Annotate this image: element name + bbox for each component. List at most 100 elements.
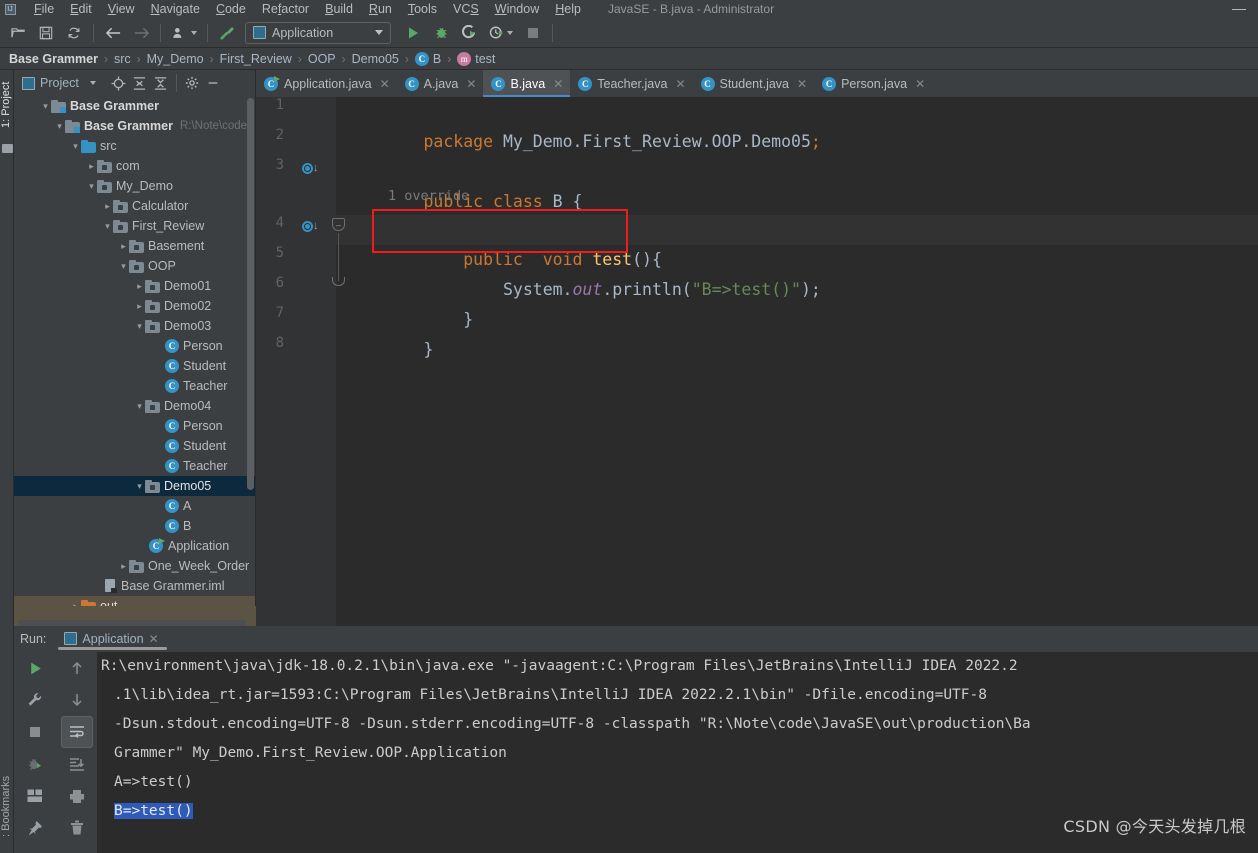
sync-refresh-icon[interactable] [61, 21, 87, 45]
update-project-icon[interactable] [167, 21, 201, 45]
expand-all-icon[interactable] [129, 73, 150, 93]
chevron-down-icon[interactable]: ▾ [54, 121, 65, 132]
rerun-icon[interactable] [14, 652, 56, 684]
close-icon[interactable]: ✕ [149, 632, 159, 646]
sidebar-item-project[interactable]: 1: Project [0, 72, 14, 138]
hide-panel-icon[interactable] [203, 73, 224, 93]
tree-row-first-review[interactable]: ▾ First_Review [14, 216, 255, 236]
breadcrumb-item-5[interactable]: Demo05 [347, 51, 404, 67]
menu-navigate[interactable]: Navigate [143, 0, 208, 18]
overriding-method-icon[interactable]: ↓ [302, 219, 320, 235]
settings-gear-icon[interactable] [182, 73, 203, 93]
chevron-down-icon[interactable]: ▾ [134, 401, 145, 412]
chevron-right-icon[interactable]: ▸ [86, 161, 97, 172]
debug-rerun-icon[interactable] [14, 748, 56, 780]
soft-wrap-icon[interactable] [61, 716, 93, 748]
debug-button[interactable] [428, 21, 454, 45]
tree-row-oop[interactable]: ▾ OOP [14, 256, 255, 276]
close-icon[interactable]: ✕ [466, 77, 476, 91]
tree-row-demo04-student[interactable]: C Student [14, 436, 255, 456]
menu-file[interactable]: File [26, 0, 62, 18]
tree-row-demo05-a[interactable]: C A [14, 496, 255, 516]
pin-tab-icon[interactable] [14, 812, 56, 844]
tree-row-one-week-order[interactable]: ▸ One_Week_Order [14, 556, 255, 576]
chevron-down-icon[interactable]: ▾ [134, 481, 145, 492]
menu-window[interactable]: Window [487, 0, 547, 18]
chevron-right-icon[interactable]: ▸ [118, 561, 129, 572]
tree-row-demo03[interactable]: ▾ Demo03 [14, 316, 255, 336]
tree-row-demo03-teacher[interactable]: C Teacher [14, 376, 255, 396]
tab-application-java[interactable]: C Application.java ✕ [256, 70, 397, 97]
structure-icon[interactable] [2, 144, 13, 153]
back-arrow-icon[interactable] [100, 21, 126, 45]
build-hammer-icon[interactable] [214, 21, 240, 45]
tree-row-basement[interactable]: ▸ Basement [14, 236, 255, 256]
tree-row-demo04[interactable]: ▾ Demo04 [14, 396, 255, 416]
chevron-down-icon[interactable]: ▾ [86, 181, 97, 192]
run-configuration-selector[interactable]: Application [245, 21, 391, 44]
stop-icon[interactable] [14, 716, 56, 748]
minimize-button[interactable]: — [1226, 0, 1252, 18]
breadcrumb-item-6[interactable]: C B [410, 51, 446, 67]
tree-row-demo03-person[interactable]: C Person [14, 336, 255, 356]
breadcrumb[interactable]: Base Grammer › src › My_Demo › First_Rev… [0, 48, 1258, 70]
save-all-icon[interactable] [33, 21, 59, 45]
print-icon[interactable] [56, 780, 98, 812]
tree-row-demo04-teacher[interactable]: C Teacher [14, 456, 255, 476]
menu-vcs[interactable]: VCS [445, 0, 487, 18]
menu-bar[interactable]: File Edit View Navigate Code Refactor Bu… [26, 0, 589, 18]
chevron-right-icon[interactable]: ▸ [134, 281, 145, 292]
edit-configuration-wrench-icon[interactable] [14, 684, 56, 716]
close-icon[interactable]: ✕ [915, 77, 925, 91]
chevron-right-icon[interactable]: ▸ [118, 241, 129, 252]
tree-row-src[interactable]: ▾ src [14, 136, 255, 156]
close-icon[interactable]: ✕ [797, 77, 807, 91]
code-content[interactable]: package My_Demo.First_Review.OOP.Demo05;… [344, 97, 1258, 626]
chevron-right-icon[interactable]: ▸ [134, 301, 145, 312]
close-icon[interactable]: ✕ [553, 77, 563, 91]
tree-row-base-grammer-module[interactable]: ▾ Base Grammer R:\Note\code\ [14, 116, 255, 136]
breadcrumb-item-7[interactable]: m test [452, 51, 500, 67]
tab-person-java[interactable]: C Person.java ✕ [814, 70, 932, 97]
tree-row-demo05-b[interactable]: C B [14, 516, 255, 536]
tree-row-application[interactable]: C Application [14, 536, 255, 556]
menu-view[interactable]: View [100, 0, 143, 18]
scroll-to-end-icon[interactable] [56, 748, 98, 780]
layout-icon[interactable] [14, 780, 56, 812]
editor-gutter[interactable]: 1 2 3 4 5 6 7 8 ↓ ↓ – [256, 97, 345, 626]
menu-code[interactable]: Code [208, 0, 254, 18]
tab-teacher-java[interactable]: C Teacher.java ✕ [570, 70, 692, 97]
tree-row-my-demo[interactable]: ▾ My_Demo [14, 176, 255, 196]
menu-refactor[interactable]: Refactor [254, 0, 317, 18]
tree-row-iml-file[interactable]: Base Grammer.iml [14, 576, 255, 596]
menu-help[interactable]: Help [547, 0, 589, 18]
chevron-down-icon[interactable]: ▾ [102, 221, 113, 232]
chevron-down-icon[interactable]: ▾ [70, 141, 81, 152]
chevron-down-icon[interactable]: ▾ [118, 261, 129, 272]
tree-row-com[interactable]: ▸ com [14, 156, 255, 176]
tree-row-demo03-student[interactable]: C Student [14, 356, 255, 376]
tab-a-java[interactable]: C A.java ✕ [397, 70, 484, 97]
open-folder-icon[interactable] [5, 21, 31, 45]
run-with-coverage-button[interactable] [456, 21, 482, 45]
view-mode-chevron-icon[interactable] [83, 73, 104, 93]
close-icon[interactable]: ✕ [380, 77, 390, 91]
close-icon[interactable]: ✕ [675, 77, 685, 91]
tree-row-demo02[interactable]: ▸ Demo02 [14, 296, 255, 316]
chevron-right-icon[interactable]: ▸ [102, 201, 113, 212]
collapse-all-icon[interactable] [150, 73, 171, 93]
profiler-button[interactable] [484, 21, 518, 45]
scroll-from-source-icon[interactable] [108, 73, 129, 93]
breadcrumb-item-4[interactable]: OOP [303, 51, 341, 67]
overridden-method-icon[interactable]: ↓ [302, 161, 320, 177]
up-arrow-icon[interactable] [56, 652, 98, 684]
sidebar-item-bookmarks[interactable]: : Bookmarks [0, 763, 14, 849]
menu-tools[interactable]: Tools [400, 0, 445, 18]
clear-all-trash-icon[interactable] [56, 812, 98, 844]
code-editor[interactable]: 1 2 3 4 5 6 7 8 ↓ ↓ – package My_Demo.Fi… [256, 97, 1258, 626]
run-button[interactable] [400, 21, 426, 45]
forward-arrow-icon[interactable] [128, 21, 154, 45]
breadcrumb-item-2[interactable]: My_Demo [142, 51, 209, 67]
project-tree[interactable]: ▾ Base Grammer ▾ Base Grammer R:\Note\co… [14, 96, 255, 626]
tab-b-java[interactable]: C B.java ✕ [483, 70, 571, 97]
